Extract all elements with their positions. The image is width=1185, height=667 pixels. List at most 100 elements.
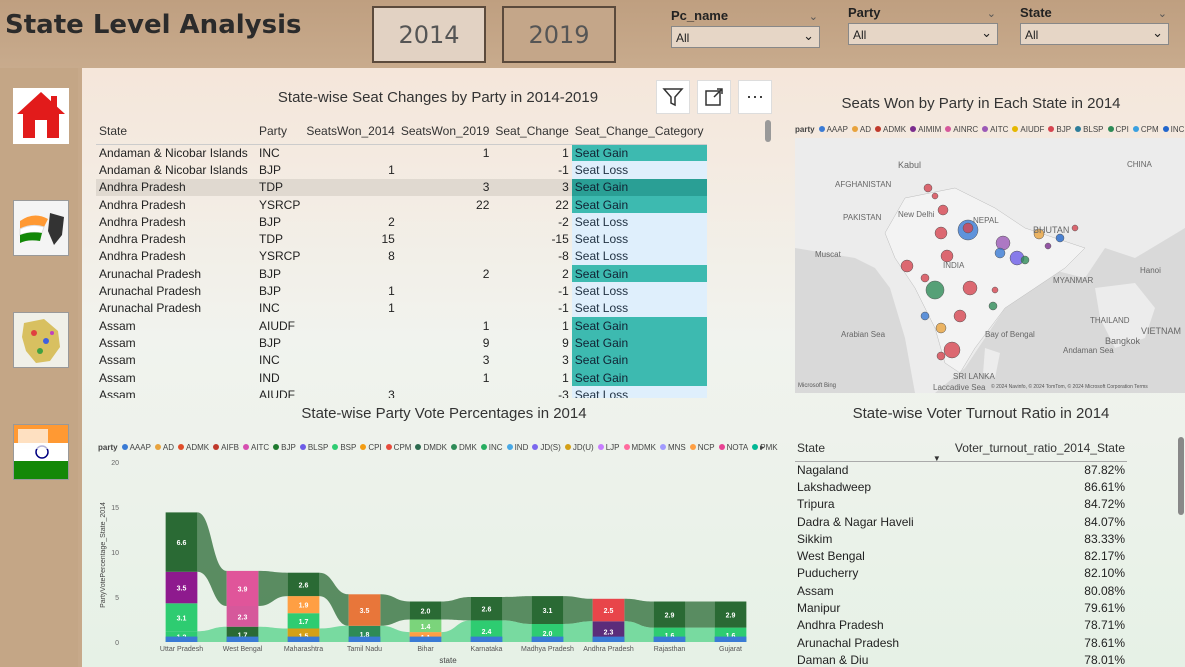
map-bubble[interactable] [1055,233,1065,243]
column-header[interactable]: SeatsWon_2014 [303,118,398,145]
map-bubble[interactable] [923,183,933,193]
map-bubble[interactable] [931,192,939,200]
column-header[interactable]: Seat_Change_Category [571,118,707,145]
focus-mode-icon[interactable] [697,80,731,114]
party-dropdown[interactable]: All ⌄ [848,23,998,45]
chevron-down-icon[interactable]: ⌄ [987,7,996,20]
more-options-icon[interactable]: ⋯ [738,80,772,114]
table-row[interactable]: Tripura 84.72% [795,496,1127,513]
chart-segment[interactable] [287,636,320,642]
chart-segment[interactable] [470,636,503,642]
map-bubble[interactable] [962,222,974,234]
table-row[interactable]: Andaman & Nicobar Islands INC 1 1 Seat Gain [96,144,707,162]
legend-item[interactable]: AAAP [818,125,848,134]
pc-name-dropdown[interactable]: All ⌄ [671,26,820,48]
table-row[interactable]: Andhra Pradesh BJP 2 -2 Seat Loss [96,213,707,231]
table-row[interactable]: Andaman & Nicobar Islands BJP 1 -1 Seat Loss [96,161,707,179]
chart-segment[interactable] [653,636,686,642]
legend-item[interactable]: AINRC [945,125,978,134]
vote-percentage-chart[interactable]: 0 5 10 15 20 PartyVotePercentage_State_2014 st… [96,435,776,667]
map-bubble[interactable] [936,351,946,361]
legend-item[interactable]: INC [1162,125,1184,134]
legend-item[interactable]: ADMK [875,125,906,134]
chart-segment[interactable] [348,636,381,642]
table-row[interactable]: Sikkim 83.33% [795,530,1127,547]
map-bubble[interactable] [943,341,961,359]
legend-item[interactable]: AIMIM [910,125,941,134]
chart-segment[interactable] [165,636,198,642]
map-bubble[interactable] [1044,242,1052,250]
column-header[interactable]: State [96,118,256,145]
map-bubble[interactable] [925,280,945,300]
table-row[interactable]: Dadra & Nagar Haveli 84.07% [795,513,1127,530]
table-row[interactable]: Andhra Pradesh 78.71% [795,617,1127,634]
legend-item[interactable]: AD [851,125,871,134]
india-flag-map-icon[interactable] [13,200,69,256]
table-row[interactable]: Manipur 79.61% [795,599,1127,616]
map-bubble[interactable] [953,309,967,323]
year-2014-button[interactable]: 2014 [372,6,486,63]
chart-segment[interactable] [592,636,625,642]
column-header[interactable]: SeatsWon_2019 [397,118,493,145]
table-row[interactable]: Assam 80.08% [795,582,1127,599]
table-row[interactable]: Puducherry 82.10% [795,565,1127,582]
column-header[interactable]: Seat_Change [492,118,572,145]
flag-document-icon[interactable] [13,424,69,480]
table-row[interactable]: Arunachal Pradesh 78.61% [795,634,1127,651]
legend-item[interactable]: BJP [1048,125,1071,134]
table-row[interactable]: Daman & Diu 78.01% [795,651,1127,667]
table-row[interactable]: Assam AIUDF 1 1 Seat Gain [96,316,707,335]
home-icon[interactable] [13,88,69,144]
table-row[interactable]: Arunachal Pradesh INC 1 -1 Seat Loss [96,299,707,317]
filter-icon[interactable] [656,80,690,114]
chart-segment[interactable] [409,636,442,642]
map-bubble[interactable] [1020,255,1030,265]
column-header[interactable]: Party [256,118,304,145]
table-row[interactable]: Assam BJP 9 9 Seat Gain [96,334,707,352]
map-bubble[interactable] [995,235,1011,251]
map-bubble[interactable] [937,204,949,216]
column-header-turnout[interactable]: Voter_turnout_ratio_2014_State ▼ [930,435,1127,463]
state-dropdown[interactable]: All ⌄ [1020,23,1169,45]
party-slicer[interactable]: Party ⌄ All ⌄ [848,5,998,45]
seat-change-table[interactable]: State Party SeatsWon_2014 SeatsWon_2019 Seat… [96,118,774,398]
table-row[interactable]: Assam IND 1 1 Seat Gain [96,368,707,387]
table-row[interactable]: Arunachal Pradesh BJP 2 2 Seat Gain [96,265,707,283]
legend-item[interactable]: CPI [1107,125,1129,134]
map-bubble[interactable] [935,322,947,334]
pc-name-slicer[interactable]: Pc_name ⌄ All ⌄ [671,8,820,48]
table-row[interactable]: Nagaland 87.82% [795,461,1127,478]
map-bubble[interactable] [1071,224,1079,232]
turnout-table[interactable]: State Voter_turnout_ratio_2014_State ▼ Na… [795,435,1135,667]
map-bubble[interactable] [920,311,930,321]
table-row[interactable]: Andhra Pradesh TDP 15 -15 Seat Loss [96,230,707,248]
map-bubble[interactable] [934,226,948,240]
table-row[interactable]: Arunachal Pradesh BJP 1 -1 Seat Loss [96,282,707,300]
table-row[interactable]: Assam INC 3 3 Seat Gain [96,351,707,369]
legend-item[interactable]: CPM [1132,125,1159,134]
map-bubble[interactable] [991,286,999,294]
chart-segment[interactable] [531,636,564,642]
map-bubble[interactable] [920,273,930,283]
state-map-icon[interactable] [13,312,69,368]
chart-segment[interactable] [714,636,747,642]
legend-item[interactable]: BLSP [1075,125,1104,134]
map-bubble[interactable] [988,301,998,311]
turnout-scrollbar[interactable] [1178,437,1184,515]
state-slicer[interactable]: State ⌄ All ⌄ [1020,5,1169,45]
table-scrollbar[interactable] [765,120,771,142]
chevron-down-icon[interactable]: ⌄ [1158,7,1167,20]
year-2019-button[interactable]: 2019 [502,6,616,63]
table-row[interactable]: West Bengal 82.17% [795,547,1127,564]
map-bubble[interactable] [900,259,914,273]
table-row[interactable]: Assam AIUDF 3 -3 Seat Loss [96,386,707,398]
table-row[interactable]: Andhra Pradesh YSRCP 22 22 Seat Gain [96,195,707,214]
chart-segment[interactable] [226,636,259,642]
table-row[interactable]: Andhra Pradesh TDP 3 3 Seat Gain [96,178,707,196]
map-bubble[interactable] [962,280,978,296]
chevron-down-icon[interactable]: ⌄ [809,10,818,23]
map-bubble[interactable] [994,247,1006,259]
column-header-state[interactable]: State [795,435,931,462]
legend-item[interactable]: AIUDF [1012,125,1044,134]
bubble-map[interactable]: Kabul AFGHANISTAN PAKISTAN New Delhi CHINA NE… [795,138,1185,393]
